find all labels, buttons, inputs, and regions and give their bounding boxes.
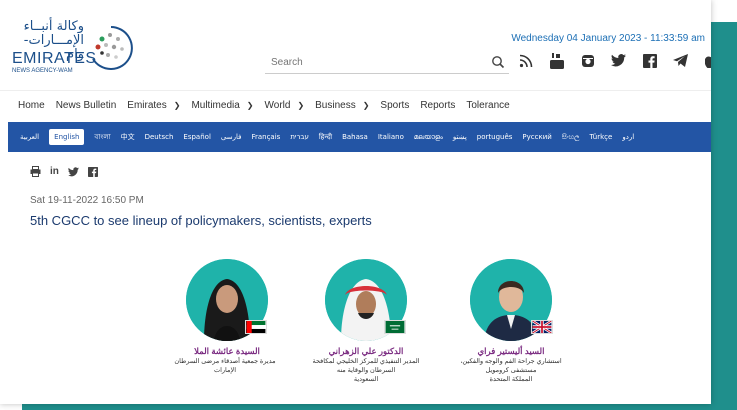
linkedin-icon[interactable]: in xyxy=(50,166,59,177)
print-icon[interactable] xyxy=(30,166,41,177)
search-input[interactable] xyxy=(265,52,485,72)
lang-bengali[interactable]: বাংলা xyxy=(94,131,110,143)
uk-flag-icon xyxy=(531,320,553,334)
lang-english[interactable]: English xyxy=(49,129,85,145)
article-title: 5th CGCC to see lineup of policymakers, … xyxy=(30,213,372,228)
lang-sinhala[interactable]: සිංහල xyxy=(562,133,580,142)
chevron-down-icon: ❯ xyxy=(246,101,254,110)
social-links xyxy=(517,52,711,69)
lang-german[interactable]: Deutsch xyxy=(145,133,174,141)
lang-persian[interactable]: فارسی xyxy=(221,133,242,141)
chevron-down-icon: ❯ xyxy=(362,101,370,110)
nav-item-emirates[interactable]: Emirates ❯ xyxy=(127,100,180,111)
lang-urdu[interactable]: اردو xyxy=(622,133,634,141)
speaker-name: السيد أليستير فراي xyxy=(477,346,545,356)
speaker-title: استشاري جراحة الفم والوجه والفكين، مستشف… xyxy=(460,358,562,383)
twitter-icon[interactable] xyxy=(610,52,627,69)
facebook-icon[interactable] xyxy=(87,166,98,177)
apple-icon[interactable] xyxy=(703,52,711,69)
lang-portuguese[interactable]: português xyxy=(477,133,513,141)
nav-item-business[interactable]: Business ❯ xyxy=(315,100,369,111)
nav-item-reports[interactable]: Reports xyxy=(420,100,455,111)
lang-chinese[interactable]: 中文 xyxy=(121,132,135,142)
main-nav: Home News Bulletin Emirates ❯ Multimedia ❯… xyxy=(0,90,711,120)
chevron-down-icon: ❯ xyxy=(297,101,305,110)
nav-item-news-bulletin[interactable]: News Bulletin xyxy=(56,100,117,111)
lang-hindi[interactable]: हिन्दी xyxy=(319,133,332,142)
lang-bahasa[interactable]: Bahasa xyxy=(342,133,368,141)
saudi-flag-icon xyxy=(384,320,406,334)
lang-french[interactable]: Français xyxy=(251,133,280,141)
youtube-icon[interactable] xyxy=(548,52,565,69)
article-date: Sat 19-11-2022 16:50 PM xyxy=(30,195,144,206)
telegram-icon[interactable] xyxy=(672,52,689,69)
logo-emblem-icon xyxy=(92,26,133,70)
lang-turkish[interactable]: Türkçe xyxy=(589,133,612,141)
current-datetime: Wednesday 04 January 2023 - 11:33:59 am xyxy=(511,33,705,44)
speaker-name: الدكتور علي الزهراني xyxy=(328,346,404,356)
logo-english: EMIRATES xyxy=(12,50,97,67)
speaker-name: السيدة عائشة الملا xyxy=(194,346,260,356)
share-toolbar: in xyxy=(30,166,98,177)
lang-hebrew[interactable]: עברית xyxy=(290,133,309,141)
lang-malayalam[interactable]: മലയാളം xyxy=(414,133,443,142)
nav-item-home[interactable]: Home xyxy=(18,100,45,111)
nav-item-sports[interactable]: Sports xyxy=(380,100,409,111)
lang-arabic[interactable]: العربية xyxy=(20,133,39,141)
facebook-icon[interactable] xyxy=(641,52,658,69)
chevron-down-icon: ❯ xyxy=(173,101,181,110)
uae-flag-icon xyxy=(245,320,267,334)
nav-item-tolerance[interactable]: Tolerance xyxy=(466,100,509,111)
page-frame: وكالة أنبــاء الإمـــارات-وام EMIRATES N… xyxy=(0,0,711,404)
lang-russian[interactable]: Русский xyxy=(522,133,551,141)
wam-logo[interactable]: وكالة أنبــاء الإمـــارات-وام EMIRATES N… xyxy=(12,20,142,80)
language-bar: العربية English বাংলা 中文 Deutsch Español… xyxy=(8,122,711,152)
speaker-title: مديرة جمعية أصدقاء مرضى السرطان الإمارات xyxy=(174,358,276,374)
lang-italian[interactable]: Italiano xyxy=(378,133,404,141)
nav-item-world[interactable]: World ❯ xyxy=(265,100,305,111)
logo-subtitle: NEWS AGENCY-WAM xyxy=(12,68,73,74)
search-box xyxy=(265,52,509,74)
nav-item-multimedia[interactable]: Multimedia ❯ xyxy=(191,100,253,111)
rss-icon[interactable] xyxy=(517,52,534,69)
lang-pashto[interactable]: پښتو xyxy=(453,133,467,141)
search-icon[interactable] xyxy=(491,55,505,69)
speaker-title: المدير التنفيذي للمركز الخليجي لمكافحة ا… xyxy=(312,358,420,383)
lang-spanish[interactable]: Español xyxy=(183,133,210,141)
twitter-icon[interactable] xyxy=(67,166,79,177)
instagram-icon[interactable] xyxy=(579,52,596,69)
